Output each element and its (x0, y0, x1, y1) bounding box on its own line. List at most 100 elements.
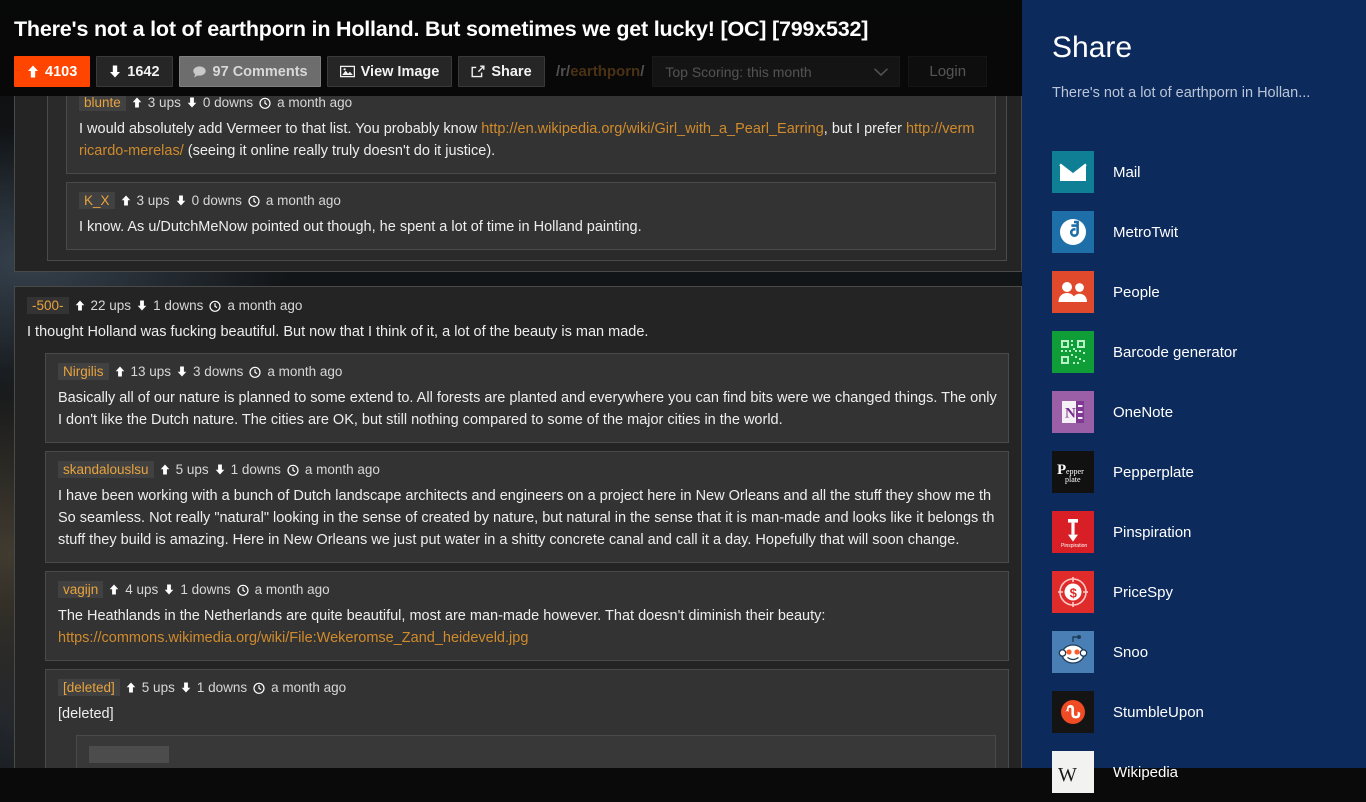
share-target-pricespy[interactable]: $ PriceSpy (1052, 562, 1366, 622)
share-target-label: OneNote (1113, 403, 1174, 421)
svg-text:Pinspiration: Pinspiration (1061, 543, 1087, 549)
clock-icon (249, 366, 261, 378)
comment-downs: 0 downs (191, 193, 242, 208)
share-target-snoo[interactable]: Snoo (1052, 622, 1366, 682)
thread-container: blunte 3 ups 0 downs a month ago I would… (14, 96, 1022, 272)
comment-downs: 1 downs (196, 680, 248, 695)
svg-text:N: N (1065, 406, 1076, 422)
comment-author[interactable]: Nirgilis (58, 363, 109, 380)
comment-ups: 3 ups (136, 193, 170, 208)
comment-ups: 5 ups (141, 680, 175, 695)
comment-timestamp: a month ago (254, 582, 330, 597)
comment[interactable]: K_X 3 ups 0 downs a month ago I know. As… (66, 182, 996, 250)
arrow-down-icon (181, 682, 191, 693)
comment-link[interactable]: http://en.wikipedia.org/wiki/Girl_with_a… (481, 121, 824, 137)
subreddit-link[interactable]: /r/earthporn/ (556, 63, 644, 80)
comment-ups: 4 ups (125, 582, 159, 597)
comment-author[interactable]: vagijn (58, 581, 104, 598)
comment-link[interactable]: https://commons.wikimedia.org/wiki/File:… (58, 627, 996, 649)
arrow-down-icon (187, 97, 197, 108)
share-target-label: PriceSpy (1113, 583, 1174, 601)
app-header: There's not a lot of earthporn in Hollan… (0, 0, 1022, 96)
share-export-icon (471, 65, 485, 78)
share-target-label: StumbleUpon (1113, 703, 1204, 721)
image-icon (339, 65, 355, 78)
pinspiration-icon: Pinspiration (1052, 511, 1094, 553)
page-title: There's not a lot of earthporn in Hollan… (14, 17, 869, 41)
downvote-button[interactable]: 1642 (96, 56, 173, 87)
comment-timestamp: a month ago (227, 298, 303, 313)
share-target-pinspiration[interactable]: Pinspiration Pinspiration (1052, 502, 1366, 562)
comment-author[interactable]: blunte (79, 96, 126, 111)
comment[interactable]: vagijn 4 ups 1 downs a month ago The Hea… (45, 571, 1009, 661)
comment-ups: 5 ups (175, 462, 209, 477)
comments-button[interactable]: 97 Comments (178, 56, 321, 87)
comment-link[interactable]: http://verm (906, 121, 975, 137)
comment-author[interactable]: [deleted] (58, 679, 120, 696)
thread-container: -500- 22 ups 1 downs a month ago I thoug… (14, 286, 1022, 768)
share-target-label: Mail (1113, 163, 1141, 181)
comment-author[interactable]: -500- (27, 297, 69, 314)
clock-icon (209, 300, 221, 312)
share-target-onenote[interactable]: N OneNote (1052, 382, 1366, 442)
comment-text-part: I would absolutely add Vermeer to that l… (79, 121, 482, 137)
thread-children-group: Nirgilis 13 ups 3 downs a month ago Basi… (45, 353, 1009, 768)
stumbleupon-icon (1052, 691, 1094, 733)
svg-text:W: W (1058, 764, 1077, 786)
clock-icon (259, 97, 271, 109)
downvote-count: 1642 (127, 63, 160, 80)
comment-link[interactable]: ricardo-merelas/ (79, 143, 184, 159)
share-target-stumbleupon[interactable]: StumbleUpon (1052, 682, 1366, 742)
sort-dropdown[interactable]: Top Scoring: this month (652, 56, 901, 87)
comment-text-part: , but I prefer (823, 121, 906, 137)
share-target-wikipedia[interactable]: W Wikipedia (1052, 742, 1366, 802)
comment-ups: 3 ups (147, 96, 181, 110)
wikipedia-icon: W (1052, 751, 1094, 793)
share-target-label: People (1113, 283, 1160, 301)
share-target-mail[interactable]: Mail (1052, 142, 1366, 202)
arrow-up-icon (126, 682, 136, 693)
comment[interactable]: blunte 3 ups 0 downs a month ago I would… (66, 96, 996, 174)
upvote-count: 4103 (45, 63, 78, 80)
comment-body: [deleted] (58, 706, 114, 722)
comment-timestamp: a month ago (267, 364, 343, 379)
share-target-metrotwit[interactable]: MetroTwit (1052, 202, 1366, 262)
share-target-barcode-generator[interactable]: Barcode generator (1052, 322, 1366, 382)
comment-timestamp: a month ago (265, 193, 341, 208)
comment[interactable]: skandalouslsu 5 ups 1 downs a month ago … (45, 451, 1009, 563)
comment-body-line: I have been working with a bunch of Dutc… (58, 488, 992, 504)
share-target-pepperplate[interactable]: P epper plate Pepperplate (1052, 442, 1366, 502)
pricespy-icon: $ (1052, 571, 1094, 613)
post-toolbar: 4103 1642 97 Comments View Image Share (14, 56, 545, 87)
share-target-label: Barcode generator (1113, 343, 1238, 361)
arrow-up-icon (27, 65, 39, 78)
comment-text-part: (seeing it online really truly doesn't d… (183, 143, 496, 159)
comment-author[interactable]: K_X (79, 192, 115, 209)
comment[interactable]: [deleted] 5 ups 1 downs a month ago [del… (45, 669, 1009, 768)
comment-body-line: I don't like the Dutch nature. The citie… (58, 412, 783, 428)
clock-icon (237, 584, 249, 596)
login-button[interactable]: Login (908, 56, 988, 87)
share-button[interactable]: Share (458, 56, 545, 87)
share-target-label: Pinspiration (1113, 523, 1192, 541)
share-target-label: Snoo (1113, 643, 1149, 661)
arrow-down-icon (109, 65, 121, 78)
comment-meta: blunte 3 ups 0 downs a month ago (79, 96, 983, 111)
comment-body: The Heathlands in the Netherlands are qu… (58, 605, 996, 649)
share-target-label: MetroTwit (1113, 223, 1179, 241)
comments-list[interactable]: blunte 3 ups 0 downs a month ago I would… (0, 96, 1022, 768)
metrotwit-icon (1052, 211, 1094, 253)
comment-bubble-icon (192, 65, 207, 78)
view-image-button[interactable]: View Image (326, 56, 453, 87)
comment-meta: skandalouslsu 5 ups 1 downs a month ago (58, 461, 996, 478)
arrow-up-icon (109, 584, 119, 595)
subreddit-suffix: / (640, 63, 645, 80)
comment-author[interactable]: skandalouslsu (58, 461, 154, 478)
upvote-button[interactable]: 4103 (14, 56, 91, 87)
reddit-reader-app: There's not a lot of earthporn in Hollan… (0, 0, 1022, 768)
pepperplate-icon: P epper plate (1052, 451, 1094, 493)
comment-meta: Nirgilis 13 ups 3 downs a month ago (58, 363, 996, 380)
arrow-up-icon (115, 366, 125, 377)
share-target-people[interactable]: People (1052, 262, 1366, 322)
comment[interactable]: Nirgilis 13 ups 3 downs a month ago Basi… (45, 353, 1009, 443)
